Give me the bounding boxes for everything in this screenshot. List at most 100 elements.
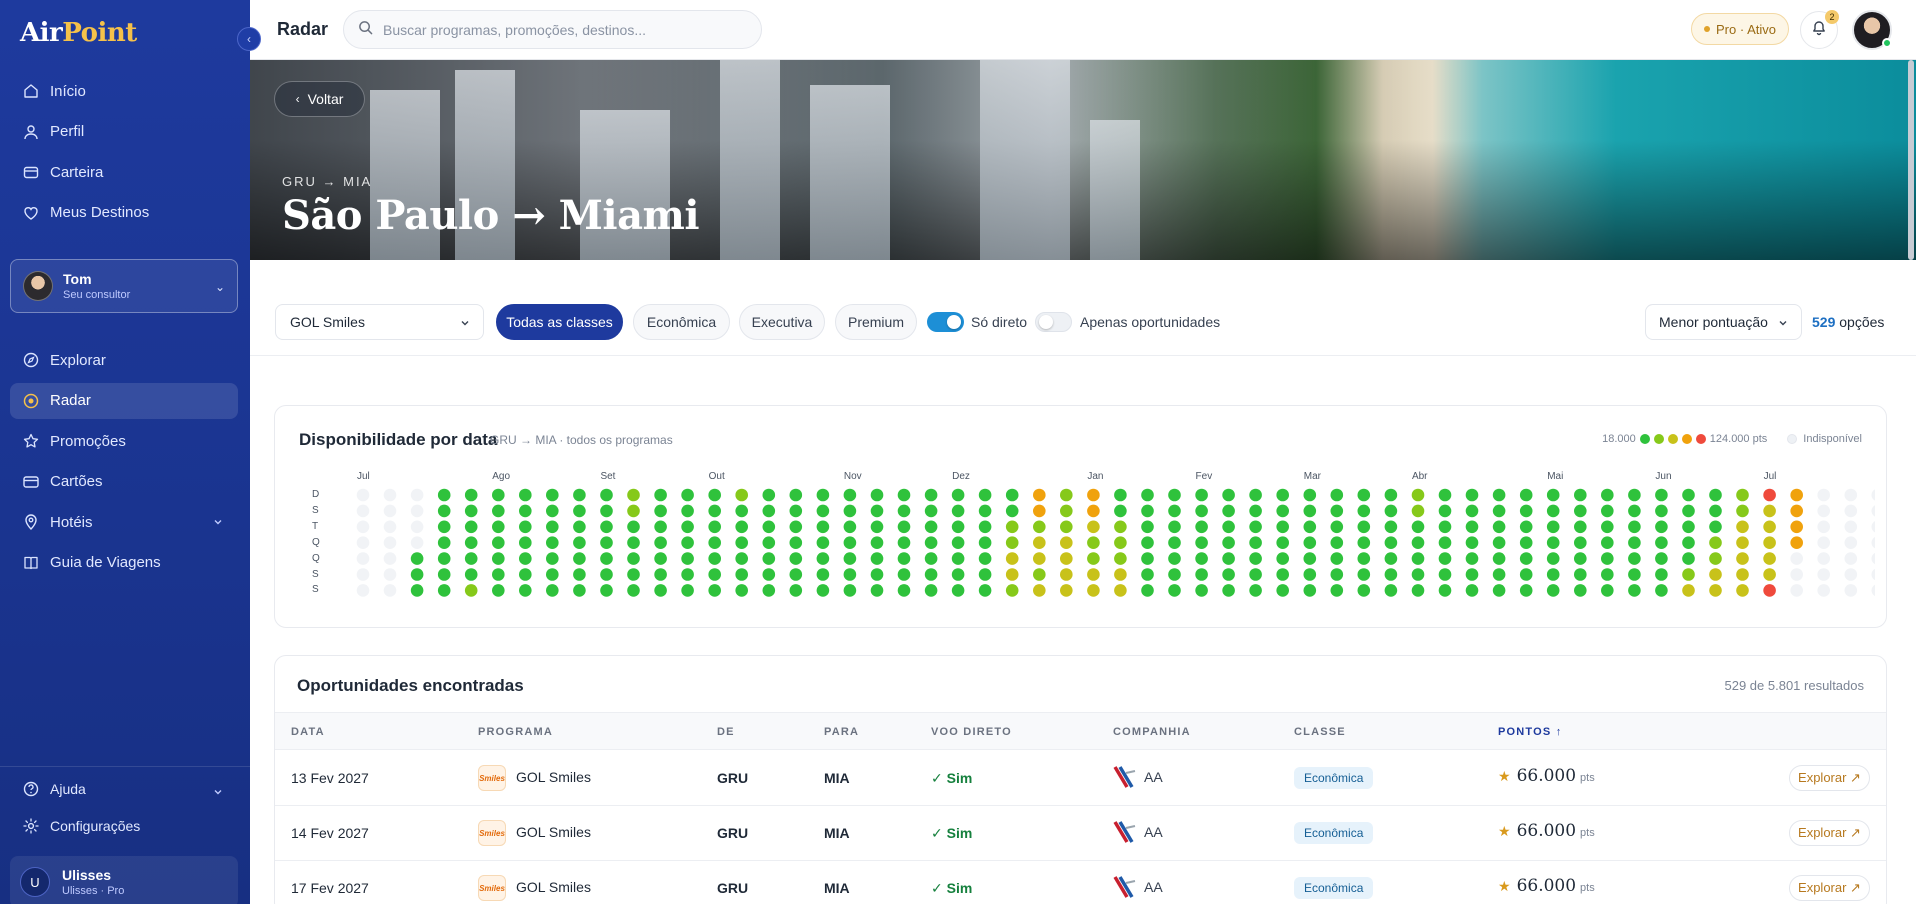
availability-day-cell[interactable] [1628,520,1641,534]
availability-day-cell[interactable] [1114,568,1127,581]
availability-day-cell[interactable] [519,536,532,549]
availability-day-cell[interactable] [762,552,776,565]
availability-day-cell[interactable] [1682,536,1695,549]
availability-day-cell[interactable] [1574,488,1587,502]
sidebar-item-guia-de-viagens[interactable]: Guia de Viagens [10,545,238,581]
availability-day-cell[interactable] [1763,520,1776,534]
availability-day-cell[interactable] [1060,504,1073,518]
availability-day-cell[interactable] [897,520,911,534]
column-header-para[interactable]: PARA [824,726,859,738]
availability-day-cell[interactable] [978,488,992,502]
availability-day-cell[interactable] [897,568,911,581]
availability-day-cell[interactable] [1222,536,1235,549]
availability-day-cell[interactable] [492,488,505,502]
availability-day-cell[interactable] [654,504,667,518]
availability-day-cell[interactable] [1574,520,1587,534]
availability-day-cell[interactable] [1195,568,1208,581]
availability-day-cell[interactable] [1601,520,1614,534]
availability-day-cell[interactable] [762,584,776,597]
availability-day-cell[interactable] [654,520,667,534]
availability-day-cell[interactable] [1222,568,1235,581]
back-button[interactable]: ‹ Voltar [274,81,365,117]
table-row[interactable]: 17 Fev 2027 Smiles GOL Smiles GRU MIA ✓ Sim AA… [275,861,1886,904]
availability-day-cell[interactable] [519,552,532,565]
availability-day-cell[interactable] [978,584,992,597]
availability-day-cell[interactable] [654,552,667,565]
availability-day-cell[interactable] [1546,488,1560,502]
availability-day-cell[interactable] [1168,536,1181,549]
availability-day-cell[interactable] [681,520,694,534]
availability-day-cell[interactable] [1222,584,1235,597]
availability-day-cell[interactable] [1682,584,1695,597]
availability-day-cell[interactable] [789,536,803,549]
availability-day-cell[interactable] [1736,584,1749,597]
availability-day-cell[interactable] [519,488,532,502]
availability-day-cell[interactable] [600,584,613,597]
availability-day-cell[interactable] [1195,488,1208,502]
availability-day-cell[interactable] [1411,584,1425,597]
availability-day-cell[interactable] [924,584,938,597]
availability-day-cell[interactable] [1357,568,1371,581]
class-filter-business[interactable]: Executiva [739,304,825,340]
availability-day-cell[interactable] [870,584,884,597]
availability-day-cell[interactable] [816,584,830,597]
availability-day-cell[interactable] [681,536,694,549]
availability-day-cell[interactable] [1303,568,1317,581]
availability-day-cell[interactable] [1655,488,1668,502]
availability-day-cell[interactable] [1492,584,1506,597]
availability-day-cell[interactable] [1141,584,1154,597]
availability-day-cell[interactable] [627,536,640,549]
availability-day-cell[interactable] [1303,488,1317,502]
availability-day-cell[interactable] [1033,584,1046,597]
availability-day-cell[interactable] [1033,552,1046,565]
availability-day-cell[interactable] [1141,568,1154,581]
availability-day-cell[interactable] [1682,568,1695,581]
availability-day-cell[interactable] [1005,584,1019,597]
availability-day-cell[interactable] [492,568,505,581]
availability-day-cell[interactable] [1357,504,1371,518]
availability-day-cell[interactable] [1655,584,1668,597]
availability-day-cell[interactable] [573,584,586,597]
availability-day-cell[interactable] [816,568,830,581]
sidebar-item-hot-is[interactable]: Hotéis [10,504,238,540]
availability-day-cell[interactable] [1736,488,1749,502]
plan-badge[interactable]: Pro · Ativo [1691,13,1789,45]
availability-day-cell[interactable] [1601,584,1614,597]
availability-day-cell[interactable] [1628,584,1641,597]
availability-day-cell[interactable] [708,488,721,502]
collapse-sidebar-button[interactable]: ‹ [237,27,261,51]
availability-day-cell[interactable] [1222,552,1235,565]
availability-day-cell[interactable] [762,568,776,581]
availability-day-cell[interactable] [924,568,938,581]
availability-day-cell[interactable] [627,584,640,597]
availability-day-cell[interactable] [1519,488,1533,502]
availability-day-cell[interactable] [1682,488,1695,502]
availability-day-cell[interactable] [1005,568,1019,581]
availability-day-cell[interactable] [1492,520,1506,534]
availability-day-cell[interactable] [1736,504,1749,518]
availability-day-cell[interactable] [410,584,424,597]
availability-day-cell[interactable] [816,488,830,502]
availability-day-cell[interactable] [1411,552,1425,565]
availability-day-cell[interactable] [492,536,505,549]
availability-day-cell[interactable] [1574,504,1587,518]
availability-day-cell[interactable] [437,552,451,565]
search-box[interactable] [343,10,762,49]
availability-day-cell[interactable] [681,504,694,518]
availability-day-cell[interactable] [897,488,911,502]
availability-day-cell[interactable] [1060,552,1073,565]
availability-day-cell[interactable] [1276,552,1289,565]
availability-day-cell[interactable] [1655,504,1668,518]
availability-day-cell[interactable] [1195,552,1208,565]
availability-day-cell[interactable] [1087,568,1100,581]
availability-day-cell[interactable] [735,584,748,597]
availability-day-cell[interactable] [546,584,559,597]
availability-day-cell[interactable] [1465,488,1479,502]
availability-day-cell[interactable] [843,552,857,565]
brand-logo[interactable]: AirPoint [20,18,137,48]
availability-day-cell[interactable] [1330,584,1344,597]
availability-day-cell[interactable] [546,488,559,502]
availability-day-cell[interactable] [843,536,857,549]
availability-day-cell[interactable] [1060,568,1073,581]
availability-day-cell[interactable] [1736,552,1749,565]
